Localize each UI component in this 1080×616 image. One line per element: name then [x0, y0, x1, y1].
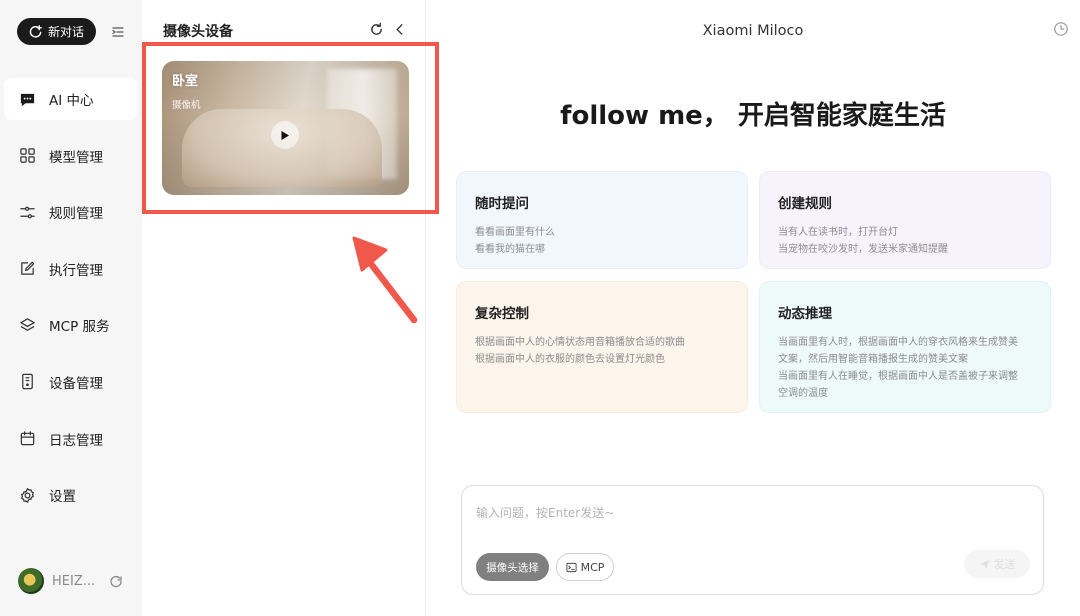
send-label: 发送 — [993, 558, 1016, 571]
card-title: 随时提问 — [475, 196, 529, 212]
nav-menu: AI 中心 模型管理 规则管理 执行管理 MCP 服务 设备管理 日志管理 设置 — [4, 78, 138, 531]
gear-icon — [21, 487, 34, 503]
new-chat-label: 新对话 — [48, 25, 85, 39]
mcp-button[interactable]: MCP — [556, 553, 614, 581]
device-icon — [22, 374, 33, 390]
sidebar-nav: 新对话 AI 中心 模型管理 规则管理 执行管理 MCP 服务 设备管理 日志管… — [0, 0, 142, 616]
card-example[interactable]: 看看画面里有什么 — [475, 224, 729, 241]
new-chat-icon — [29, 25, 42, 38]
chat-input[interactable] — [476, 506, 1016, 520]
camera-type: 摄像机 — [172, 100, 201, 111]
card-example[interactable]: 空调的温度 — [778, 385, 1032, 402]
card-title: 创建规则 — [778, 196, 832, 212]
sidebar-item-devices[interactable]: 设备管理 — [4, 361, 138, 403]
sidebar-item-models[interactable]: 模型管理 — [4, 135, 138, 177]
suggestion-card-ask[interactable]: 随时提问 看看画面里有什么 看看我的猫在哪 — [456, 171, 748, 269]
camera-panel-title: 摄像头设备 — [163, 24, 233, 40]
camera-name: 卧室 — [172, 74, 199, 89]
new-chat-button[interactable]: 新对话 — [17, 18, 96, 45]
sidebar-item-label: 日志管理 — [49, 432, 103, 449]
chevron-left-icon[interactable] — [393, 22, 407, 37]
user-profile[interactable]: HEIZ... — [18, 568, 123, 594]
sidebar-item-label: 规则管理 — [49, 206, 103, 223]
play-icon — [281, 130, 289, 140]
suggestion-card-control[interactable]: 复杂控制 根据画面中人的心情状态用音箱播放合适的歌曲 根据画面中人的衣服的颜色去… — [456, 281, 748, 413]
card-example[interactable]: 当画面里有人在睡觉，根据画面中人是否盖被子来调整 — [778, 368, 1032, 385]
chat-icon — [20, 93, 35, 106]
sidebar-item-label: MCP 服务 — [49, 319, 110, 336]
chat-input-box: 摄像头选择 MCP 发送 — [461, 485, 1044, 595]
sidebar-item-ai-center[interactable]: AI 中心 — [4, 78, 138, 120]
terminal-icon — [566, 562, 577, 572]
sidebar-item-logs[interactable]: 日志管理 — [4, 418, 138, 460]
sidebar-item-label: 执行管理 — [49, 262, 103, 279]
logout-icon[interactable] — [109, 574, 123, 588]
camera-select-button[interactable]: 摄像头选择 — [476, 553, 549, 581]
user-name: HEIZ... — [52, 573, 96, 589]
history-icon[interactable] — [1053, 21, 1069, 37]
card-example[interactable]: 当画面里有人时，根据画面中人的穿衣风格来生成赞美 — [778, 334, 1032, 351]
sidebar-item-label: 模型管理 — [49, 149, 103, 166]
app-title: Xiaomi Miloco — [702, 23, 804, 39]
refresh-icon[interactable] — [369, 22, 384, 37]
card-example[interactable]: 当宠物在咬沙发时，发送米家通知提醒 — [778, 241, 1032, 258]
grid-icon — [20, 148, 35, 163]
sidebar-item-executions[interactable]: 执行管理 — [4, 248, 138, 290]
calendar-icon — [20, 431, 35, 446]
send-button[interactable]: 发送 — [964, 550, 1030, 578]
edit-icon — [21, 262, 35, 276]
collapse-sidebar-icon[interactable] — [110, 24, 126, 40]
card-example[interactable]: 看看我的猫在哪 — [475, 241, 729, 258]
annotation-arrow — [352, 236, 418, 324]
sliders-icon — [20, 206, 35, 219]
suggestion-card-rules[interactable]: 创建规则 当有人在读书时，打开台灯 当宠物在咬沙发时，发送米家通知提醒 — [759, 171, 1051, 269]
sidebar-item-label: 设置 — [49, 489, 76, 506]
layers-icon — [20, 318, 35, 331]
card-example[interactable]: 根据画面中人的衣服的颜色去设置灯光颜色 — [475, 351, 729, 368]
sidebar-item-mcp[interactable]: MCP 服务 — [4, 304, 138, 346]
card-example[interactable]: 根据画面中人的心情状态用音箱播放合适的歌曲 — [475, 334, 729, 351]
sidebar-item-settings[interactable]: 设置 — [4, 474, 138, 516]
card-example[interactable]: 文案，然后用智能音箱播报生成的赞美文案 — [778, 351, 1032, 368]
card-title: 复杂控制 — [475, 306, 529, 322]
send-icon — [979, 559, 989, 569]
play-button[interactable] — [271, 121, 299, 149]
hero-heading: follow me， 开启智能家庭生活 — [560, 101, 946, 131]
sidebar-item-rules[interactable]: 规则管理 — [4, 191, 138, 233]
card-example[interactable]: 当有人在读书时，打开台灯 — [778, 224, 1032, 241]
chat-main: Xiaomi Miloco follow me， 开启智能家庭生活 随时提问 看… — [426, 0, 1080, 616]
sidebar-item-label: AI 中心 — [49, 93, 94, 109]
card-title: 动态推理 — [778, 306, 832, 322]
sidebar-item-label: 设备管理 — [49, 375, 103, 392]
camera-card[interactable]: 卧室 摄像机 — [162, 61, 409, 195]
mcp-label: MCP — [580, 560, 605, 574]
avatar[interactable] — [18, 568, 44, 594]
suggestion-card-reasoning[interactable]: 动态推理 当画面里有人时，根据画面中人的穿衣风格来生成赞美 文案，然后用智能音箱… — [759, 281, 1051, 413]
